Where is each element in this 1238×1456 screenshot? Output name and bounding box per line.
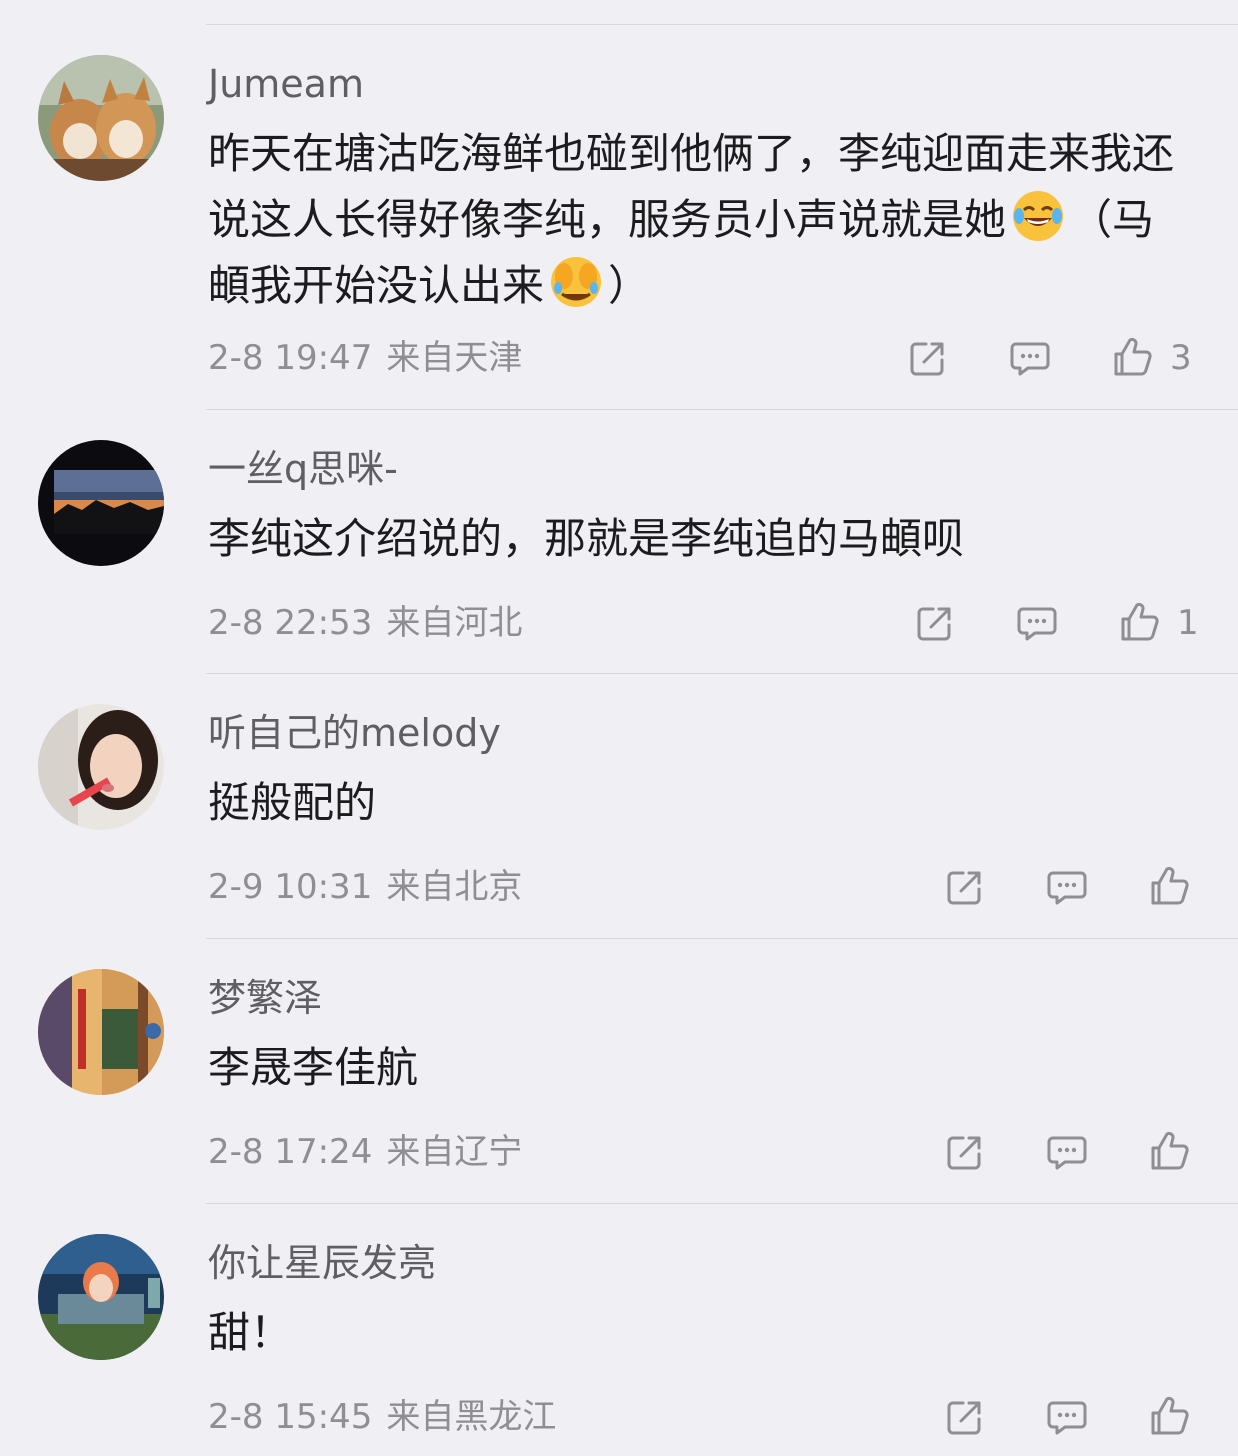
- timestamp: 2-8 22:53: [208, 603, 373, 643]
- like-button[interactable]: [1147, 1395, 1191, 1439]
- comment-actions: [943, 865, 1191, 909]
- timestamp: 2-8 19:47: [208, 338, 373, 378]
- share-button[interactable]: [943, 1130, 987, 1174]
- thumbs-up-icon: [1147, 1130, 1191, 1174]
- comment-actions: [943, 1395, 1191, 1439]
- comment-actions: [943, 1130, 1191, 1174]
- location: 来自辽宁: [386, 1132, 523, 1172]
- like-button[interactable]: 1: [1117, 601, 1199, 645]
- timestamp: 2-9 10:31: [208, 867, 373, 907]
- share-button[interactable]: [943, 1395, 987, 1439]
- thumbs-up-icon: [1147, 1395, 1191, 1439]
- share-icon: [913, 601, 957, 645]
- laughing-tears-emoji-icon: [1010, 188, 1066, 244]
- thumbs-up-icon: [1117, 601, 1161, 645]
- location: 来自北京: [386, 867, 523, 907]
- comment-bubble-icon: [1045, 1395, 1089, 1439]
- like-button[interactable]: [1147, 1130, 1191, 1174]
- divider: [206, 938, 1238, 939]
- avatar[interactable]: [38, 969, 164, 1095]
- like-button[interactable]: [1147, 865, 1191, 909]
- username[interactable]: 梦繁泽: [208, 975, 322, 1021]
- comment-text: 李纯这介绍说的，那就是李纯追的马頔呗: [208, 514, 965, 563]
- avatar[interactable]: [38, 704, 164, 830]
- comment-text: 甜！: [208, 1308, 293, 1357]
- share-icon: [943, 1130, 987, 1174]
- share-icon: [906, 336, 950, 380]
- username[interactable]: 一丝q思咪-: [208, 446, 398, 492]
- username[interactable]: Jumeam: [208, 61, 364, 107]
- facepalm-crying-emoji-icon: [548, 254, 604, 310]
- reply-button[interactable]: [1045, 1130, 1089, 1174]
- avatar[interactable]: [38, 55, 164, 181]
- comment-text: 昨天在塘沽吃海鲜也碰到他俩了，李纯迎面走来我还说这人长得好像李纯，服务员小声说就…: [208, 129, 1175, 310]
- like-count: 3: [1170, 338, 1192, 378]
- location: 来自天津: [386, 338, 523, 378]
- divider: [206, 1203, 1238, 1204]
- thumbs-up-icon: [1110, 336, 1154, 380]
- comment-text: 挺般配的: [208, 778, 377, 827]
- comment-list: Jumeam 昨天在塘沽吃海鲜也碰到他俩了，李纯迎面走来我还说这人长得好像李纯，…: [0, 0, 1238, 1456]
- comment-bubble-icon: [1045, 1130, 1089, 1174]
- comment-meta: 2-8 19:47 来自天津: [208, 338, 522, 378]
- share-button[interactable]: [906, 336, 950, 380]
- comment-actions: 3: [906, 336, 1192, 380]
- comment-bubble-icon: [1015, 601, 1059, 645]
- avatar[interactable]: [38, 440, 164, 566]
- divider: [206, 673, 1238, 674]
- comment-meta: 2-9 10:31 来自北京: [208, 867, 522, 907]
- like-count: 1: [1177, 603, 1199, 643]
- location: 来自黑龙江: [386, 1397, 557, 1437]
- share-icon: [943, 865, 987, 909]
- thumbs-up-icon: [1147, 865, 1191, 909]
- avatar[interactable]: [38, 1234, 164, 1360]
- comment-meta: 2-8 15:45 来自黑龙江: [208, 1397, 556, 1437]
- username[interactable]: 听自己的melody: [208, 710, 501, 756]
- comment-meta: 2-8 17:24 来自辽宁: [208, 1132, 522, 1172]
- divider: [206, 409, 1238, 410]
- comment-text: 李晟李佳航: [208, 1043, 419, 1092]
- share-button[interactable]: [913, 601, 957, 645]
- reply-button[interactable]: [1015, 601, 1059, 645]
- share-icon: [943, 1395, 987, 1439]
- comment-bubble-icon: [1008, 336, 1052, 380]
- reply-button[interactable]: [1008, 336, 1052, 380]
- username[interactable]: 你让星辰发亮: [208, 1240, 436, 1286]
- location: 来自河北: [386, 603, 523, 643]
- reply-button[interactable]: [1045, 865, 1089, 909]
- timestamp: 2-8 15:45: [208, 1397, 373, 1437]
- divider: [206, 24, 1238, 25]
- reply-button[interactable]: [1045, 1395, 1089, 1439]
- timestamp: 2-8 17:24: [208, 1132, 373, 1172]
- comment-bubble-icon: [1045, 865, 1089, 909]
- comment-actions: 1: [913, 601, 1199, 645]
- like-button[interactable]: 3: [1110, 336, 1192, 380]
- share-button[interactable]: [943, 865, 987, 909]
- comment-meta: 2-8 22:53 来自河北: [208, 603, 522, 643]
